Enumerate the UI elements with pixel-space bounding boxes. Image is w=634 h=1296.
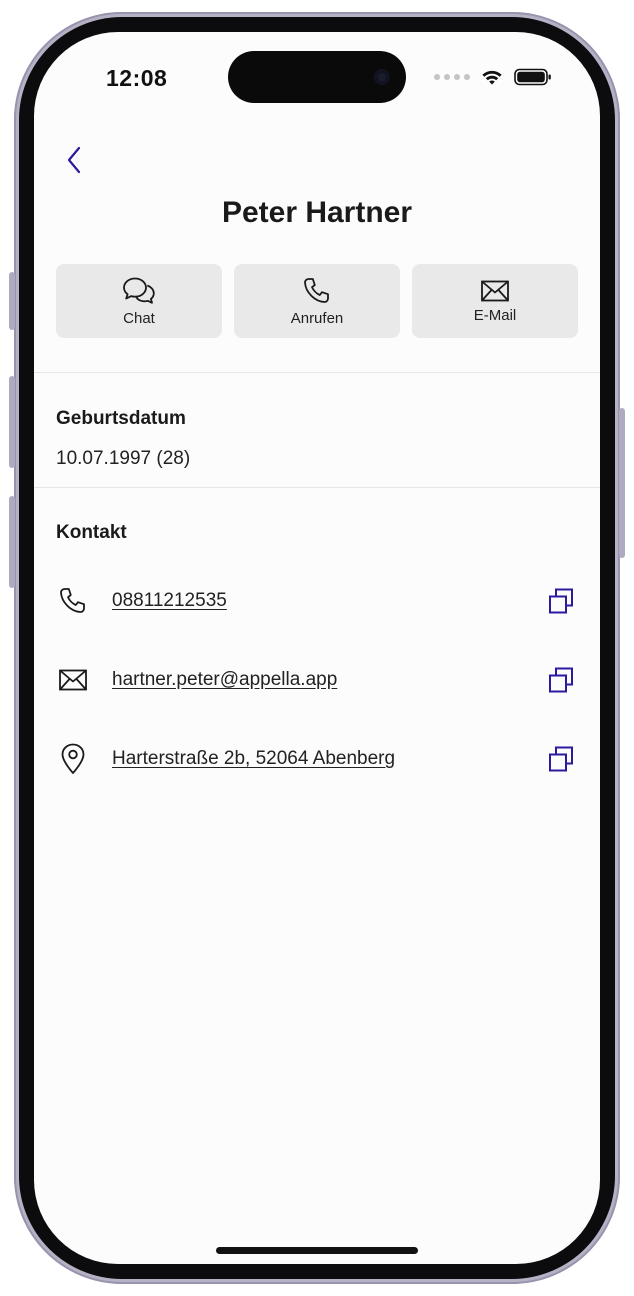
email-link[interactable]: hartner.peter@appella.app: [112, 669, 544, 691]
copy-address-button[interactable]: [544, 742, 578, 776]
copy-icon: [549, 588, 573, 614]
copy-icon: [549, 746, 573, 772]
divider-middle: [34, 487, 600, 488]
copy-email-button[interactable]: [544, 663, 578, 697]
phone-icon: [56, 584, 90, 618]
birthday-title: Geburtsdatum: [56, 408, 186, 429]
copy-phone-button[interactable]: [544, 584, 578, 618]
birthday-value: 10.07.1997 (28): [56, 448, 191, 469]
contact-name: Peter Hartner: [221, 196, 413, 229]
side-button-power: [619, 408, 625, 558]
call-button-label: Anrufen: [290, 309, 344, 327]
divider-top: [34, 372, 600, 373]
status-indicators: [434, 68, 552, 86]
contact-section-title: Kontakt: [56, 522, 127, 543]
chat-button[interactable]: Chat: [56, 264, 222, 338]
email-button-label: E-Mail: [473, 306, 517, 324]
status-time: 12:08: [106, 65, 168, 91]
chevron-left-icon: [67, 146, 81, 174]
email-button[interactable]: E-Mail: [412, 264, 578, 338]
phone-number-link[interactable]: 08811212535: [112, 590, 544, 612]
camera-icon: [374, 69, 390, 85]
cellular-signal-icon: [434, 74, 470, 80]
address-link[interactable]: Harterstraße 2b, 52064 Abenberg: [112, 748, 544, 770]
contact-row-address: Harterstraße 2b, 52064 Abenberg: [56, 739, 578, 779]
contact-row-email: hartner.peter@appella.app: [56, 660, 578, 700]
contact-row-phone: 08811212535: [56, 581, 578, 621]
wifi-icon: [482, 70, 502, 85]
envelope-icon: [481, 280, 509, 301]
side-button-action: [9, 272, 15, 330]
home-indicator[interactable]: [216, 1247, 418, 1254]
envelope-icon: [56, 663, 90, 697]
battery-icon: [514, 68, 551, 86]
back-button[interactable]: [58, 142, 90, 178]
action-buttons: Chat Anrufen E-Mail: [56, 264, 578, 338]
call-button[interactable]: Anrufen: [234, 264, 400, 338]
screen: 12:08 Peter Hartner Chat Anrufen E-Mail …: [34, 32, 600, 1264]
side-button-volume-down: [9, 496, 15, 588]
copy-icon: [549, 667, 573, 693]
chat-bubbles-icon: [123, 277, 155, 304]
chat-button-label: Chat: [123, 309, 155, 327]
phone-icon: [304, 277, 329, 303]
dynamic-island: [228, 51, 406, 103]
side-button-volume-up: [9, 376, 15, 468]
location-pin-icon: [56, 742, 90, 776]
